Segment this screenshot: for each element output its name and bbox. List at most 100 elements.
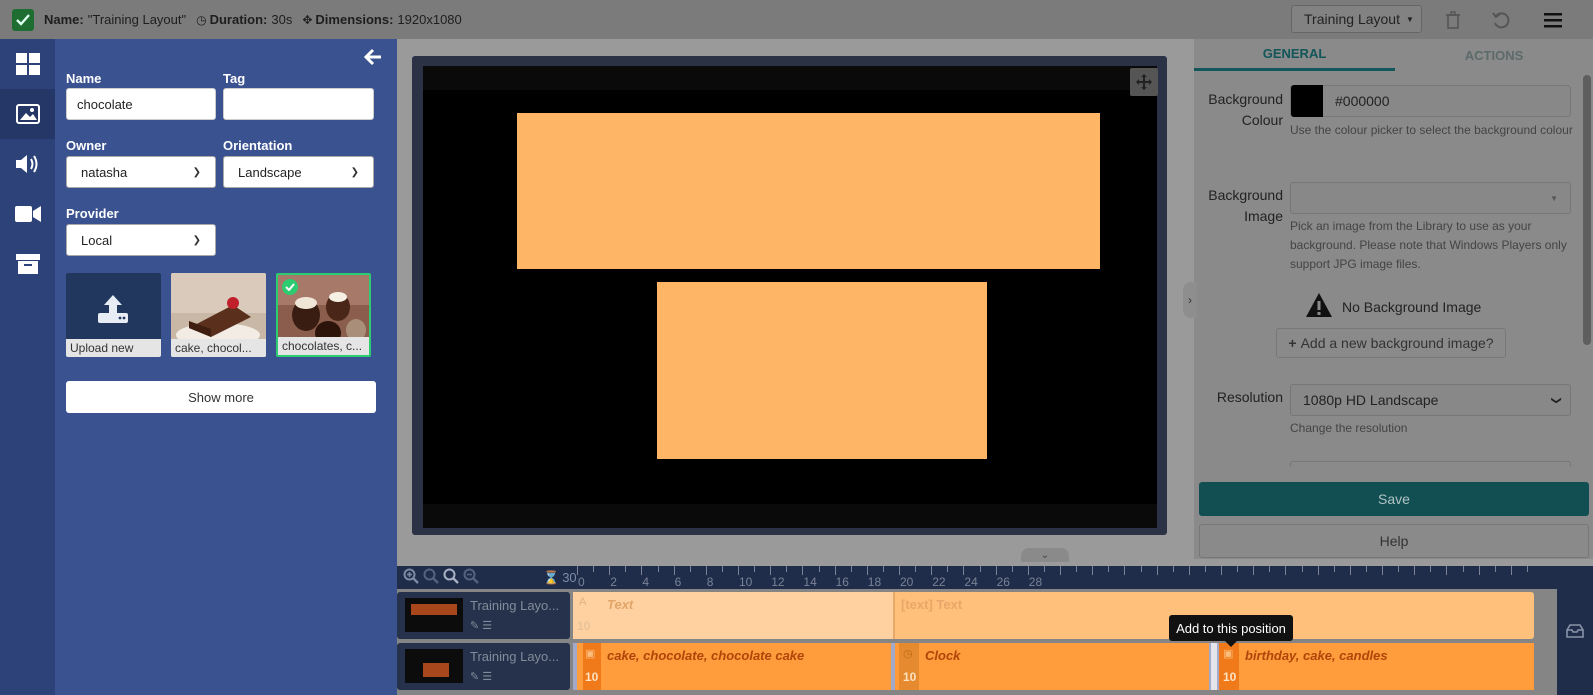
ruler-label: 12 [771, 575, 785, 589]
trash-icon[interactable] [1441, 8, 1465, 32]
insert-position-marker[interactable] [1209, 643, 1219, 690]
zoom-out-icon[interactable] [463, 568, 479, 587]
zoom-fit-icon[interactable] [423, 568, 439, 587]
nav-archive[interactable] [0, 239, 55, 289]
save-button[interactable]: Save [1199, 482, 1589, 516]
ruler-tick [931, 566, 933, 575]
caret-down-icon: ▼ [1550, 193, 1558, 203]
widget-text-1[interactable]: A Text 10 [573, 592, 895, 639]
resolution-select[interactable]: 1080p HD Landscape ❯ [1290, 384, 1571, 416]
publish-check-icon[interactable] [12, 8, 34, 31]
move-arrows-icon: ✥ [302, 12, 313, 27]
track-name: Training Layo... [470, 598, 560, 613]
nav-image[interactable] [0, 89, 55, 139]
track-lane-1[interactable]: A Text 10 [text] Text [573, 592, 1534, 639]
widget-duration: 10 [577, 619, 591, 633]
image-icon [15, 104, 40, 124]
layout-icon [15, 53, 40, 75]
help-button[interactable]: Help [1199, 524, 1589, 558]
ruler-label: 14 [803, 575, 817, 589]
hourglass-icon: ⌛ [543, 569, 560, 585]
ruler-tick [641, 566, 643, 575]
widget-name: birthday, cake, candles [1245, 648, 1388, 663]
track-icons: ✎ ☰ [470, 619, 492, 632]
ruler-tick [625, 566, 627, 572]
ruler-tick [1333, 566, 1335, 572]
provider-select[interactable]: Local ❯ [66, 224, 216, 256]
name-field-label: Name [66, 71, 102, 86]
chevron-down-icon: ❯ [192, 234, 201, 246]
orientation-value: Landscape [238, 164, 302, 180]
ruler-tick [1269, 566, 1271, 572]
nav-video[interactable] [0, 189, 55, 239]
widget-duration: 10 [1223, 670, 1237, 684]
owner-select[interactable]: natasha ❯ [66, 156, 216, 188]
no-bg-image-text: No Background Image [1342, 299, 1482, 315]
ruler-tick [689, 566, 691, 572]
bg-image-label-line1: Background [1208, 187, 1283, 203]
region-top[interactable] [517, 113, 1100, 269]
move-icon[interactable] [1130, 68, 1158, 96]
zoom-in-icon[interactable] [403, 568, 419, 587]
ruler-tick [1398, 566, 1400, 572]
clock-icon: ◷ [903, 648, 913, 660]
menu-icon[interactable] [1541, 8, 1565, 32]
nav-layout[interactable] [0, 39, 55, 89]
tag-input[interactable] [223, 88, 374, 120]
chevron-right-icon[interactable]: › [1183, 282, 1197, 318]
tab-general[interactable]: GENERAL [1194, 39, 1395, 71]
media-item-chocolates[interactable]: chocolates, c... [276, 273, 371, 357]
zoom-reset-icon[interactable] [443, 568, 459, 587]
ruler-tick [721, 566, 723, 572]
undo-icon[interactable] [1489, 8, 1513, 32]
properties-scrollbar[interactable] [1583, 75, 1591, 345]
ruler-tick [705, 566, 707, 575]
ruler-tick [1011, 566, 1013, 572]
widget-image-cake[interactable]: ▣ cake, chocolate, chocolate cake 10 [573, 643, 895, 690]
ruler-tick [1430, 566, 1432, 572]
colour-swatch[interactable] [1291, 85, 1323, 117]
orientation-select[interactable]: Landscape ❯ [223, 156, 374, 188]
name-search-input[interactable]: chocolate [66, 88, 216, 120]
ruler-label: 26 [996, 575, 1010, 589]
widget-image-birthday[interactable]: ▣ birthday, cake, candles 10 [1219, 643, 1534, 690]
edit-icon[interactable]: ✎ [470, 671, 479, 683]
ruler-tick [1188, 566, 1190, 575]
ruler-tick [754, 566, 756, 572]
layout-canvas[interactable] [423, 66, 1157, 528]
list-icon[interactable]: ☰ [482, 620, 492, 632]
name-value: "Training Layout" [87, 12, 187, 27]
duration-label: Duration: [209, 12, 268, 27]
track-label-2[interactable]: Training Layo... ✎ ☰ [397, 643, 570, 690]
track-label-1[interactable]: Training Layo... ✎ ☰ [397, 592, 570, 639]
next-field-edge [1290, 461, 1571, 467]
media-item-cake[interactable]: cake, chocol... [171, 273, 266, 357]
canvas-bottom-band [423, 504, 1157, 528]
show-more-button[interactable]: Show more [66, 381, 376, 413]
provider-field-label: Provider [66, 206, 119, 221]
region-bottom[interactable] [657, 282, 987, 459]
canvas-top-band [423, 66, 1157, 90]
ruler-label: 8 [706, 575, 714, 589]
edit-icon[interactable]: ✎ [470, 620, 479, 632]
warning-icon [1305, 292, 1333, 318]
dimensions-label: Dimensions: [315, 12, 394, 27]
chevron-down-icon[interactable]: ⌄ [1021, 548, 1069, 562]
add-bg-image-label: Add a new background image? [1300, 335, 1494, 351]
timeline-trash-icon[interactable] [1557, 566, 1593, 695]
track-thumbnail [405, 598, 463, 632]
layout-dropdown[interactable]: Training Layout ▼ [1291, 5, 1422, 33]
ruler-tick [1317, 566, 1319, 575]
arrow-left-icon[interactable] [363, 48, 386, 68]
bg-colour-input[interactable]: #000000 [1290, 85, 1571, 117]
provider-value: Local [81, 232, 113, 248]
bg-image-select[interactable]: ▼ [1290, 182, 1571, 214]
list-icon[interactable]: ☰ [482, 671, 492, 683]
add-bg-image-button[interactable]: + Add a new background image? [1276, 328, 1506, 358]
widget-clock[interactable]: ◷ Clock 10 [899, 643, 1211, 690]
upload-new-tile[interactable]: Upload new [66, 273, 161, 357]
ruler-tick [1382, 566, 1383, 575]
tab-actions[interactable]: ACTIONS [1395, 39, 1593, 71]
nav-audio[interactable] [0, 139, 55, 189]
track-lane-2[interactable]: ▣ cake, chocolate, chocolate cake 10 ◷ C… [573, 643, 1534, 690]
